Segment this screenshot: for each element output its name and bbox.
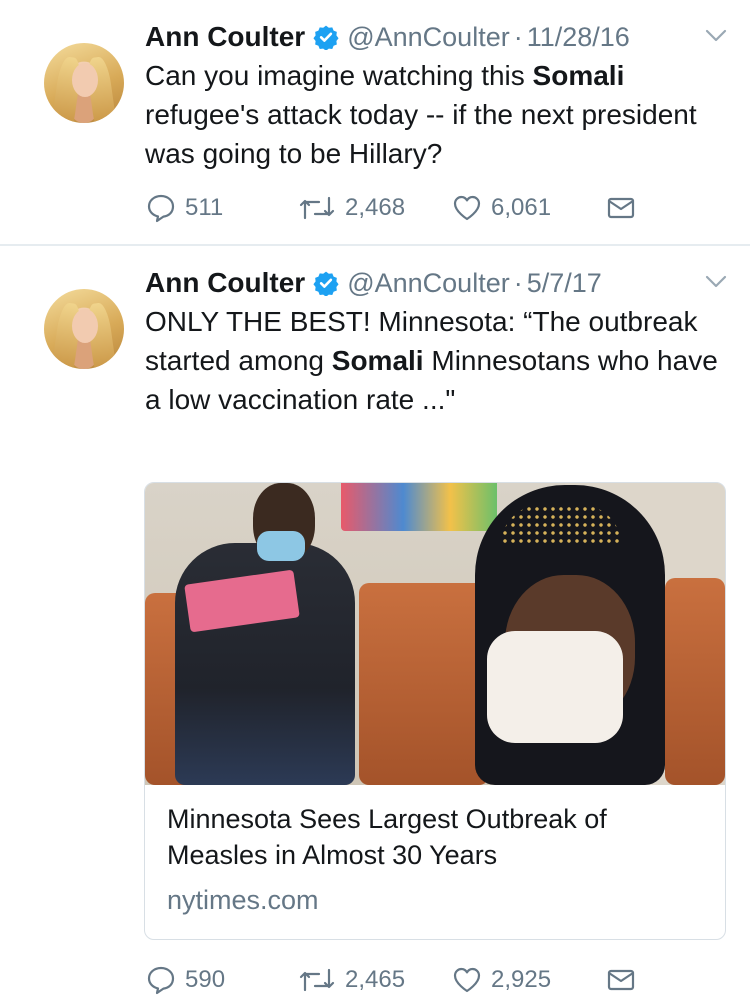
author-avatar[interactable] bbox=[44, 289, 124, 369]
header-separator: · bbox=[513, 267, 523, 298]
heart-icon bbox=[453, 195, 481, 221]
tweet-date[interactable]: 11/28/16 bbox=[527, 22, 630, 53]
verified-badge-icon bbox=[313, 271, 339, 296]
like-button[interactable]: 2,925 bbox=[451, 964, 551, 996]
tweet-header: Ann Coulter @AnnCoulter · 5/7/17 bbox=[145, 266, 602, 300]
image-man-mask bbox=[257, 531, 305, 561]
tweet-text: Can you imagine watching this Somali ref… bbox=[145, 56, 735, 173]
retweet-icon bbox=[299, 196, 335, 220]
retweet-button[interactable]: 2,465 bbox=[297, 964, 405, 996]
reply-icon bbox=[147, 194, 175, 223]
reply-button[interactable]: 590 bbox=[145, 964, 225, 996]
like-count: 6,061 bbox=[491, 194, 552, 221]
retweet-button[interactable]: 2,468 bbox=[297, 192, 405, 224]
tweet-actions: 590 2,465 2,925 bbox=[145, 964, 665, 998]
author-handle[interactable]: @AnnCoulter bbox=[347, 268, 510, 299]
reply-count: 511 bbox=[185, 194, 224, 221]
author-name[interactable]: Ann Coulter bbox=[145, 21, 305, 53]
envelope-icon bbox=[607, 969, 635, 991]
heart-icon bbox=[453, 967, 481, 993]
tweet-text: ONLY THE BEST! Minnesota: “The outbreak … bbox=[145, 302, 735, 419]
reply-button[interactable]: 511 bbox=[145, 192, 223, 224]
retweet-count: 2,465 bbox=[345, 966, 406, 993]
image-chair bbox=[665, 578, 725, 785]
tweet-text-part: Can you imagine watching this bbox=[145, 60, 533, 91]
image-girl-embellishment bbox=[501, 505, 621, 545]
retweet-count: 2,468 bbox=[345, 194, 406, 221]
envelope-icon bbox=[607, 197, 635, 219]
tweet-header: Ann Coulter @AnnCoulter · 11/28/16 bbox=[145, 20, 630, 54]
direct-message-button[interactable] bbox=[605, 964, 637, 996]
like-count: 2,925 bbox=[491, 966, 552, 993]
reply-count: 590 bbox=[185, 966, 226, 993]
tweet-text-part: refugee's attack today -- if the next pr… bbox=[145, 99, 697, 169]
link-card-domain: nytimes.com bbox=[167, 885, 319, 915]
chevron-down-icon[interactable] bbox=[704, 272, 728, 290]
direct-message-button[interactable] bbox=[605, 192, 637, 224]
image-poster bbox=[341, 483, 497, 531]
avatar-face bbox=[72, 309, 98, 343]
chevron-down-icon[interactable] bbox=[704, 26, 728, 44]
tweet-text-highlight: Somali bbox=[331, 345, 424, 376]
tweet-actions: 511 2,468 6,061 bbox=[145, 192, 665, 226]
link-card-title[interactable]: Minnesota Sees Largest Outbreak of Measl… bbox=[167, 801, 707, 873]
author-avatar[interactable] bbox=[44, 43, 124, 123]
image-girl-mask bbox=[487, 631, 623, 743]
avatar-face bbox=[72, 63, 98, 97]
link-card[interactable]: Minnesota Sees Largest Outbreak of Measl… bbox=[144, 482, 726, 940]
reply-icon bbox=[147, 966, 175, 995]
like-button[interactable]: 6,061 bbox=[451, 192, 551, 224]
author-handle[interactable]: @AnnCoulter bbox=[347, 22, 510, 53]
header-separator: · bbox=[513, 21, 523, 52]
retweet-icon bbox=[299, 968, 335, 992]
link-card-image[interactable] bbox=[145, 483, 725, 785]
tweet-1[interactable]: Ann Coulter @AnnCoulter · 11/28/16 Can y… bbox=[0, 0, 750, 244]
tweet-date[interactable]: 5/7/17 bbox=[527, 268, 602, 299]
image-chair bbox=[359, 583, 489, 785]
tweet-2[interactable]: Ann Coulter @AnnCoulter · 5/7/17 ONLY TH… bbox=[0, 246, 750, 1002]
verified-badge-icon bbox=[313, 25, 339, 50]
tweet-text-highlight: Somali bbox=[532, 60, 625, 91]
author-name[interactable]: Ann Coulter bbox=[145, 267, 305, 299]
